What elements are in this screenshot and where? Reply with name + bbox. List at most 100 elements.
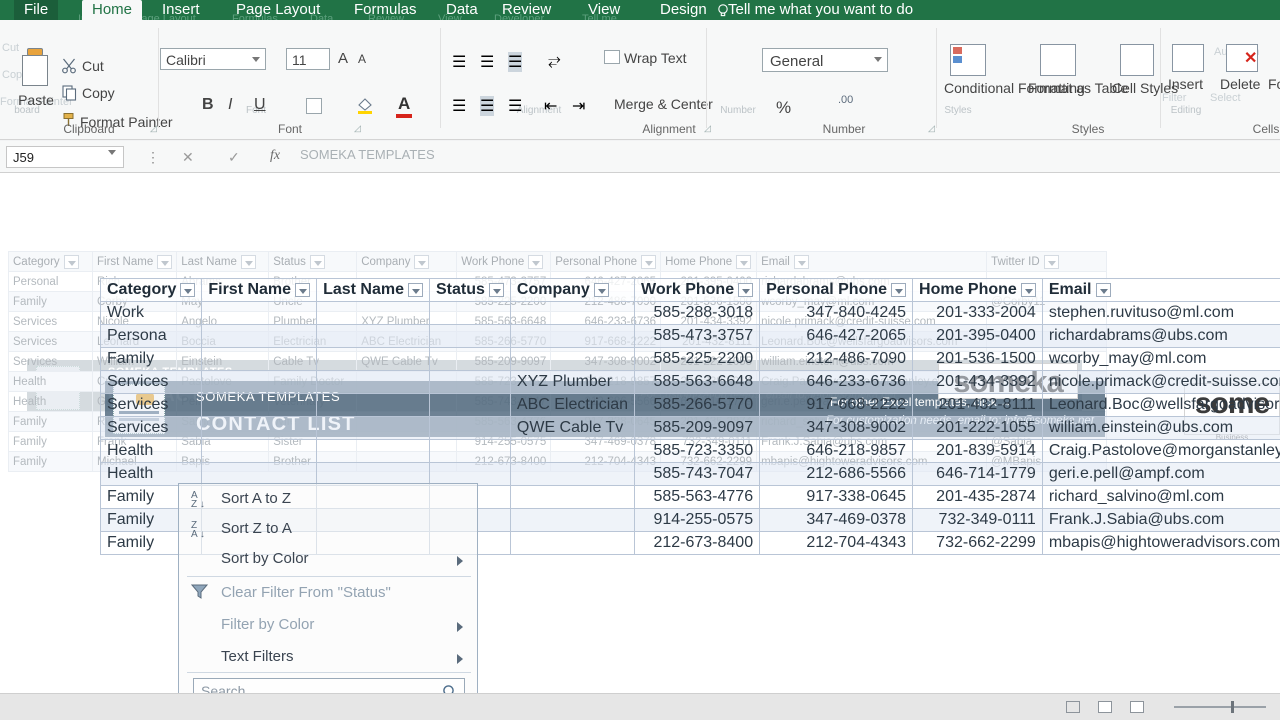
table-cell[interactable]	[202, 348, 317, 371]
table-cell[interactable]: Craig.Pastolove@morganstanley.com	[1042, 440, 1280, 463]
table-cell[interactable]: 585-473-3757	[635, 325, 760, 348]
filter-dropdown-icon[interactable]	[738, 283, 753, 297]
column-header-email[interactable]: Email	[1042, 279, 1280, 302]
align-bottom-icon[interactable]: ☰	[508, 52, 522, 72]
table-cell[interactable]: richard_salvino@ml.com	[1042, 486, 1280, 509]
enter-icon[interactable]: ✓	[228, 149, 240, 166]
table-cell[interactable]	[317, 417, 430, 440]
table-cell[interactable]: 914-255-0575	[635, 509, 760, 532]
table-cell[interactable]	[429, 348, 510, 371]
table-cell[interactable]: 646-218-9857	[760, 440, 913, 463]
table-cell[interactable]	[510, 302, 634, 325]
filter-dropdown-icon[interactable]	[489, 283, 504, 297]
name-box[interactable]: J59	[6, 146, 124, 168]
table-row[interactable]: ServicesABC Electrician585-266-5770917-6…	[101, 394, 1280, 417]
table-cell[interactable]	[429, 371, 510, 394]
tab-file[interactable]: File	[14, 0, 58, 20]
table-cell[interactable]: 201-395-0400	[913, 325, 1043, 348]
table-cell[interactable]: Work	[101, 302, 202, 325]
table-cell[interactable]: 585-266-5770	[635, 394, 760, 417]
table-cell[interactable]: 585-563-6648	[635, 371, 760, 394]
formula-input[interactable]: SOMEKA TEMPLATES	[300, 147, 1272, 167]
table-cell[interactable]: 347-308-9002	[760, 417, 913, 440]
table-cell[interactable]: Services	[101, 417, 202, 440]
italic-button[interactable]: I	[228, 96, 232, 114]
table-row[interactable]: Persona585-473-3757646-427-2065201-395-0…	[101, 325, 1280, 348]
table-cell[interactable]: 201-435-2874	[913, 486, 1043, 509]
tab-formulas[interactable]: Formulas	[344, 0, 427, 20]
shrink-font-button[interactable]: A	[358, 52, 366, 66]
table-cell[interactable]	[510, 486, 634, 509]
filter-dropdown-icon[interactable]	[1096, 283, 1111, 297]
table-cell[interactable]: wcorby_may@ml.com	[1042, 348, 1280, 371]
menu-item-filter-by-color[interactable]: Filter by Color	[179, 610, 479, 640]
table-cell[interactable]: 212-704-4343	[760, 532, 913, 555]
orientation-icon[interactable]: ⥂	[548, 52, 561, 70]
number-dialog-launcher[interactable]: ◿	[928, 123, 935, 134]
table-cell[interactable]	[429, 302, 510, 325]
table-cell[interactable]: 212-686-5566	[760, 463, 913, 486]
table-cell[interactable]: Services	[101, 371, 202, 394]
table-cell[interactable]: 201-333-2004	[913, 302, 1043, 325]
wrap-text-button[interactable]: Wrap Text	[624, 50, 687, 66]
menu-item-text-filters[interactable]: Text Filters	[179, 642, 479, 672]
table-cell[interactable]	[317, 325, 430, 348]
table-cell[interactable]: 917-338-0645	[760, 486, 913, 509]
column-header-last-name[interactable]: Last Name	[317, 279, 430, 302]
table-cell[interactable]	[429, 417, 510, 440]
table-cell[interactable]	[202, 302, 317, 325]
menu-item-sort-by-color[interactable]: Sort by Color	[179, 544, 479, 574]
table-cell[interactable]	[429, 440, 510, 463]
align-top-icon[interactable]: ☰	[452, 52, 466, 72]
table-cell[interactable]	[317, 302, 430, 325]
table-cell[interactable]: 347-840-4245	[760, 302, 913, 325]
table-cell[interactable]: william.einstein@ubs.com	[1042, 417, 1280, 440]
table-cell[interactable]: richardabrams@ubs.com	[1042, 325, 1280, 348]
cancel-icon[interactable]: ✕	[182, 149, 194, 166]
table-cell[interactable]: 201-434-3392	[913, 371, 1043, 394]
table-cell[interactable]: 732-662-2299	[913, 532, 1043, 555]
table-cell[interactable]: 646-427-2065	[760, 325, 913, 348]
table-cell[interactable]: 646-714-1779	[913, 463, 1043, 486]
tab-home[interactable]: Home	[82, 0, 142, 20]
table-cell[interactable]: 585-563-4776	[635, 486, 760, 509]
column-header-work-phone[interactable]: Work Phone	[635, 279, 760, 302]
table-cell[interactable]: Services	[101, 394, 202, 417]
table-cell[interactable]: 585-225-2200	[635, 348, 760, 371]
delete-button[interactable]: Delete	[1220, 76, 1260, 92]
table-cell[interactable]	[202, 440, 317, 463]
table-cell[interactable]	[510, 348, 634, 371]
table-cell[interactable]: 585-209-9097	[635, 417, 760, 440]
table-cell[interactable]	[317, 348, 430, 371]
tab-tell-me[interactable]: Tell me what you want to do	[718, 0, 923, 20]
table-cell[interactable]: 585-288-3018	[635, 302, 760, 325]
table-cell[interactable]: ABC Electrician	[510, 394, 634, 417]
borders-icon[interactable]	[306, 98, 322, 114]
copy-button[interactable]: Copy	[82, 85, 115, 101]
table-cell[interactable]: 201-839-5914	[913, 440, 1043, 463]
insert-button[interactable]: Insert	[1168, 76, 1203, 92]
filter-dropdown-icon[interactable]	[1021, 283, 1036, 297]
bold-button[interactable]: B	[202, 96, 214, 114]
table-cell[interactable]: 347-469-0378	[760, 509, 913, 532]
table-cell[interactable]: nicole.primack@credit-suisse.com	[1042, 371, 1280, 394]
table-cell[interactable]: 585-723-3350	[635, 440, 760, 463]
underline-button[interactable]: U	[254, 96, 266, 114]
table-cell[interactable]	[510, 440, 634, 463]
table-cell[interactable]	[202, 325, 317, 348]
table-cell[interactable]	[510, 463, 634, 486]
table-cell[interactable]	[202, 394, 317, 417]
percent-style-button[interactable]: %	[776, 98, 791, 118]
clipboard-dialog-launcher[interactable]: ◿	[150, 123, 157, 134]
table-cell[interactable]: geri.e.pell@ampf.com	[1042, 463, 1280, 486]
table-cell[interactable]: stephen.ruvituso@ml.com	[1042, 302, 1280, 325]
namebox-chevron-icon[interactable]	[108, 150, 116, 155]
table-cell[interactable]	[510, 509, 634, 532]
menu-item-sort-az[interactable]: Sort A to Z	[179, 484, 479, 514]
table-cell[interactable]: Family	[101, 348, 202, 371]
table-row[interactable]: ServicesQWE Cable Tv585-209-9097347-308-…	[101, 417, 1280, 440]
column-header-category[interactable]: Category	[101, 279, 202, 302]
fill-color-icon[interactable]	[356, 96, 374, 114]
table-cell[interactable]	[510, 532, 634, 555]
menu-item-clear-filter[interactable]: Clear Filter From "Status"	[179, 578, 479, 608]
